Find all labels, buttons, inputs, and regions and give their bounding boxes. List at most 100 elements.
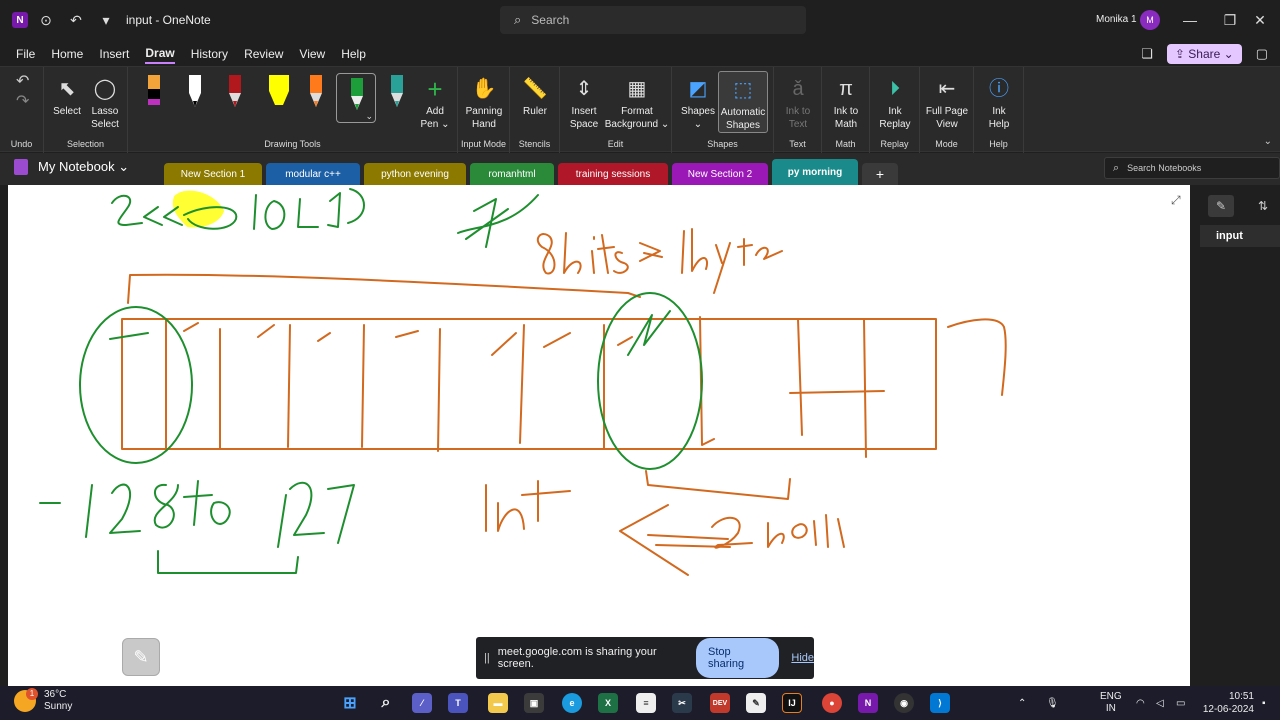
hide-link[interactable]: Hide	[791, 652, 814, 664]
quick-access-dropdown-icon[interactable]: ▾	[94, 8, 118, 32]
pen-white[interactable]	[187, 75, 203, 109]
search-icon[interactable]: ⌕	[376, 693, 396, 713]
section-tab-romanhtml[interactable]: romanhtml	[470, 163, 554, 185]
wifi-icon[interactable]: ◠	[1136, 686, 1145, 720]
maximize-icon[interactable]: ❐	[1218, 8, 1242, 32]
stop-sharing-button[interactable]: Stop sharing	[696, 638, 780, 678]
section-tab-py-morning[interactable]: py morning	[772, 159, 858, 185]
share-button[interactable]: ⇪ Share ⌄	[1166, 44, 1242, 64]
notepad-icon[interactable]: ≡	[636, 693, 656, 713]
expand-icon[interactable]: ⤢	[1171, 193, 1181, 208]
full-page-view-button[interactable]: ⇤ Full Page View	[922, 73, 972, 131]
highlighter-yellow[interactable]	[267, 75, 291, 109]
ink-replay-button[interactable]: ⏵ Ink Replay	[874, 73, 916, 131]
copilot-icon[interactable]: ⁄	[412, 693, 432, 713]
ink-stroke	[183, 480, 231, 526]
devcpp-icon[interactable]: DEV	[710, 693, 730, 713]
undo-icon[interactable]: ↶	[16, 71, 29, 91]
section-tab-new-section-2[interactable]: New Section 2	[672, 163, 768, 185]
collapse-ribbon-icon[interactable]: ⌄	[1264, 136, 1272, 147]
back-icon[interactable]: ⊙	[34, 8, 58, 32]
add-pen-button[interactable]: + Add Pen ⌄	[418, 73, 452, 131]
edge-icon[interactable]: e	[562, 693, 582, 713]
add-pen-label-1: Add	[426, 106, 444, 117]
section-tab-modular-cpp[interactable]: modular c++	[266, 163, 360, 185]
pen-orange[interactable]	[308, 75, 324, 109]
paint-icon[interactable]: ✎	[746, 693, 766, 713]
redo-icon[interactable]: ↷	[16, 91, 29, 111]
notebook-selector[interactable]: My Notebook ⌄	[14, 159, 129, 175]
undo-icon[interactable]: ↶	[64, 8, 88, 32]
excel-icon[interactable]: X	[598, 693, 618, 713]
close-icon[interactable]: ✕	[1248, 8, 1272, 32]
show-hidden-icons-icon[interactable]: ⌃	[1018, 686, 1026, 720]
minimize-icon[interactable]: —	[1178, 8, 1202, 32]
ink-stroke	[457, 194, 539, 248]
chrome-icon[interactable]: ●	[822, 693, 842, 713]
section-tab-training-sessions[interactable]: training sessions	[558, 163, 668, 185]
vscode-icon[interactable]: ⟩	[930, 693, 950, 713]
tab-draw[interactable]: Draw	[145, 44, 175, 64]
share-icon: ⇪	[1174, 47, 1189, 61]
snipping-tool-icon[interactable]: ✂	[672, 693, 692, 713]
immersive-reader-icon[interactable]: ❏	[1141, 46, 1153, 62]
page-item-input[interactable]: input	[1200, 225, 1280, 247]
sort-pages-icon[interactable]: ⇅	[1250, 195, 1276, 217]
ink-to-text-button[interactable]: ǎ Ink to Text	[778, 73, 818, 131]
weather-widget[interactable]: 1 36°C Sunny	[14, 688, 72, 713]
teams-icon[interactable]: T	[448, 693, 468, 713]
add-page-icon[interactable]: ✎	[1208, 195, 1234, 217]
microphone-icon[interactable]: 🎙	[1046, 686, 1059, 720]
pen-green-selected[interactable]: ⌄	[336, 73, 376, 123]
tab-home[interactable]: Home	[51, 45, 83, 63]
store-icon[interactable]: ▣	[524, 693, 544, 713]
start-icon[interactable]: ⊞	[340, 693, 360, 713]
tab-insert[interactable]: Insert	[99, 45, 129, 63]
search-input[interactable]: ⌕ Search	[500, 6, 806, 34]
tab-help[interactable]: Help	[341, 45, 366, 63]
shapes-group: ◩ Shapes ⌄ ⬚ Automatic Shapes Shapes	[672, 67, 774, 153]
intellij-icon[interactable]: IJ	[782, 693, 802, 713]
system-clock[interactable]: 10:51 12-06-2024	[1198, 690, 1254, 716]
section-tab-label: New Section 1	[180, 168, 246, 180]
section-tab-python-evening[interactable]: python evening	[364, 163, 466, 185]
notifications-icon[interactable]: ▪	[1262, 686, 1266, 720]
volume-icon[interactable]: ◁	[1156, 686, 1164, 720]
user-name[interactable]: Monika 1	[1096, 14, 1137, 25]
ruler-button[interactable]: 📏 Ruler	[516, 73, 554, 118]
obs-icon[interactable]: ◉	[894, 693, 914, 713]
format-background-button[interactable]: ▦ Format Background ⌄	[604, 73, 670, 131]
tab-view[interactable]: View	[299, 45, 325, 63]
add-section-label: +	[875, 166, 885, 182]
tab-history[interactable]: History	[191, 45, 228, 63]
pen-red[interactable]	[227, 75, 243, 109]
section-tab-new-section-1[interactable]: New Section 1	[164, 163, 262, 185]
pi-icon: π	[839, 77, 853, 100]
select-button[interactable]: ⬉ Select	[50, 73, 84, 118]
tab-file[interactable]: File	[16, 45, 35, 63]
language-indicator[interactable]: ENG IN	[1100, 686, 1122, 720]
panning-hand-button[interactable]: ✋ Panning Hand	[462, 73, 506, 131]
add-section-button[interactable]: +	[862, 163, 898, 185]
more-options-icon[interactable]: ▢	[1256, 46, 1268, 62]
search-notebooks-input[interactable]: ⌕ Search Notebooks	[1104, 157, 1280, 179]
ink-to-math-button[interactable]: π Ink to Math	[826, 73, 866, 131]
lasso-select-button[interactable]: ◯ Lasso Select	[86, 73, 124, 131]
onenote-taskbar-icon[interactable]: N	[858, 693, 878, 713]
ink-help-button[interactable]: ⓘ Ink Help	[980, 73, 1018, 131]
weather-badge: 1	[26, 688, 38, 700]
ruler-icon: 📏	[522, 77, 548, 100]
pen-orange-black[interactable]	[146, 75, 162, 109]
insert-space-button[interactable]: ⇕ Insert Space	[564, 73, 604, 131]
floating-app-logo-icon[interactable]: ✎	[122, 638, 160, 676]
page-canvas[interactable]: ⤢	[8, 185, 1190, 686]
pen-teal-galaxy[interactable]	[389, 75, 405, 109]
file-explorer-icon[interactable]: ▬	[488, 693, 508, 713]
ink-replay-label-1: Ink	[888, 106, 902, 117]
avatar[interactable]: M	[1140, 10, 1160, 30]
automatic-shapes-button[interactable]: ⬚ Automatic Shapes	[718, 71, 768, 133]
ink-stroke	[289, 481, 325, 536]
battery-icon[interactable]: ▭	[1176, 686, 1185, 720]
shapes-button[interactable]: ◩ Shapes ⌄	[680, 73, 716, 131]
tab-review[interactable]: Review	[244, 45, 283, 63]
